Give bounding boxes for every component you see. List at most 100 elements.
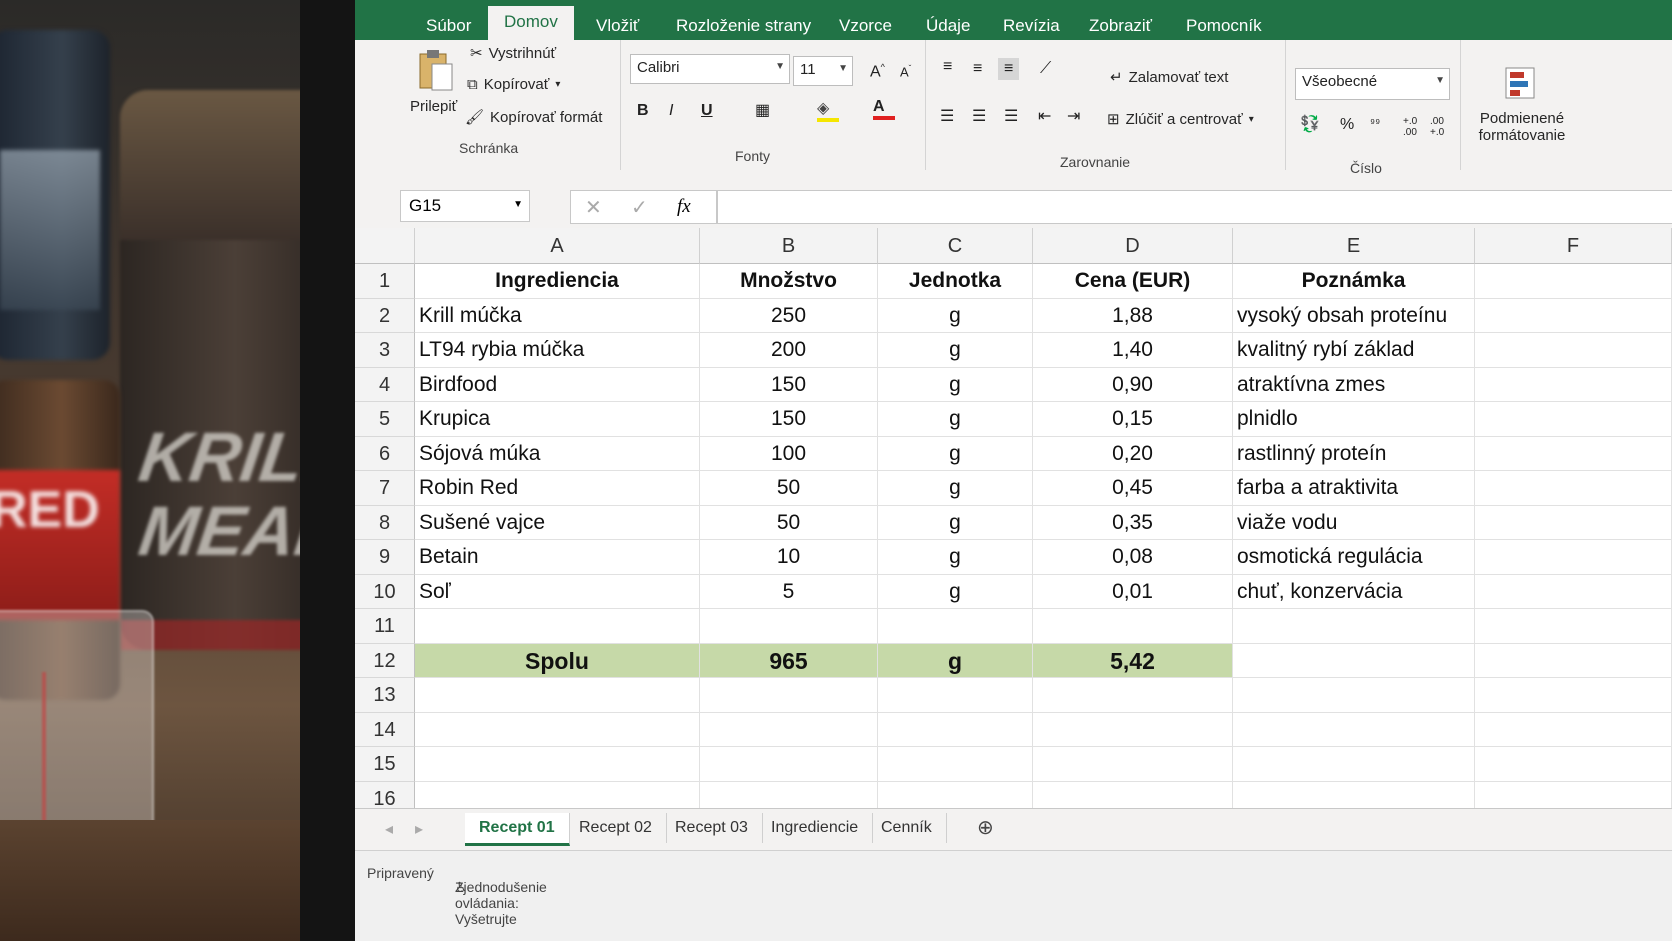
cut-button[interactable]: ✂ Vystrihnúť	[470, 44, 556, 63]
tab-file[interactable]: Súbor	[410, 10, 487, 42]
cell-b13[interactable]	[700, 678, 878, 713]
tab-review[interactable]: Revízia	[987, 10, 1076, 42]
row-header-11[interactable]: 11	[355, 609, 415, 644]
cell-d10[interactable]: 0,01	[1033, 574, 1233, 609]
cell-f11[interactable]	[1475, 609, 1672, 644]
cell-a5[interactable]: Krupica	[415, 402, 700, 437]
fx-icon[interactable]: fx	[677, 196, 691, 218]
row-header-12[interactable]: 12	[355, 643, 415, 678]
cell-b3[interactable]: 200	[700, 333, 878, 368]
tab-help[interactable]: Pomocník	[1170, 10, 1278, 42]
tab-view[interactable]: Zobraziť	[1073, 10, 1168, 42]
cell-a8[interactable]: Sušené vajce	[415, 505, 700, 540]
add-sheet-icon[interactable]: ⊕	[977, 815, 994, 840]
cell-f8[interactable]	[1475, 505, 1672, 540]
cell-f6[interactable]	[1475, 436, 1672, 471]
cell-a9[interactable]: Betain	[415, 540, 700, 575]
comma-style-icon[interactable]: ⁹⁹	[1370, 116, 1380, 130]
cell-c9[interactable]: g	[878, 540, 1033, 575]
increase-decimal-icon[interactable]: +.0.00	[1403, 116, 1417, 138]
cell-c7[interactable]: g	[878, 471, 1033, 506]
cell-a11[interactable]	[415, 609, 700, 644]
cell-e11[interactable]	[1233, 609, 1475, 644]
cell-f9[interactable]	[1475, 540, 1672, 575]
cell-d9[interactable]: 0,08	[1033, 540, 1233, 575]
tab-data[interactable]: Údaje	[910, 10, 986, 42]
cell-b1[interactable]: Množstvo	[700, 264, 878, 299]
cell-f12[interactable]	[1475, 643, 1672, 678]
cell-c6[interactable]: g	[878, 436, 1033, 471]
cell-a2[interactable]: Krill múčka	[415, 298, 700, 333]
cell-d8[interactable]: 0,35	[1033, 505, 1233, 540]
cell-d2[interactable]: 1,88	[1033, 298, 1233, 333]
select-all-corner[interactable]	[355, 228, 415, 264]
underline-button[interactable]: U	[701, 102, 713, 120]
cell-b14[interactable]	[700, 712, 878, 747]
cell-a7[interactable]: Robin Red	[415, 471, 700, 506]
cell-e5[interactable]: plnidlo	[1233, 402, 1475, 437]
cell-b5[interactable]: 150	[700, 402, 878, 437]
font-name-combo[interactable]: Calibri ▼	[630, 54, 790, 84]
cell-b10[interactable]: 5	[700, 574, 878, 609]
cell-b6[interactable]: 100	[700, 436, 878, 471]
cell-c3[interactable]: g	[878, 333, 1033, 368]
cell-e15[interactable]	[1233, 747, 1475, 782]
row-header-3[interactable]: 3	[355, 333, 415, 368]
row-header-1[interactable]: 1	[355, 264, 415, 299]
cell-f15[interactable]	[1475, 747, 1672, 782]
fill-color-icon[interactable]: ◈	[817, 98, 839, 122]
cell-c13[interactable]	[878, 678, 1033, 713]
row-header-10[interactable]: 10	[355, 574, 415, 609]
increase-font-icon[interactable]: A^	[870, 62, 885, 81]
cell-c8[interactable]: g	[878, 505, 1033, 540]
column-header-d[interactable]: D	[1033, 228, 1233, 264]
cell-f2[interactable]	[1475, 298, 1672, 333]
decrease-font-icon[interactable]: Aˇ	[900, 64, 911, 79]
align-bottom-icon[interactable]: ≡	[998, 58, 1020, 80]
font-size-combo[interactable]: 11 ▼	[793, 56, 853, 86]
column-header-e[interactable]: E	[1233, 228, 1475, 264]
row-header-14[interactable]: 14	[355, 712, 415, 747]
cell-c1[interactable]: Jednotka	[878, 264, 1033, 299]
cell-f4[interactable]	[1475, 367, 1672, 402]
cell-e6[interactable]: rastlinný proteín	[1233, 436, 1475, 471]
cancel-icon[interactable]: ✕	[585, 195, 602, 220]
cell-c12[interactable]: g	[878, 643, 1033, 678]
cell-e13[interactable]	[1233, 678, 1475, 713]
cell-b11[interactable]	[700, 609, 878, 644]
cell-d7[interactable]: 0,45	[1033, 471, 1233, 506]
column-header-a[interactable]: A	[415, 228, 700, 264]
cell-c2[interactable]: g	[878, 298, 1033, 333]
cell-f10[interactable]	[1475, 574, 1672, 609]
column-header-f[interactable]: F	[1475, 228, 1672, 264]
sheet-tab-recept-02[interactable]: Recept 02	[565, 813, 667, 843]
increase-indent-icon[interactable]: ⇥	[1067, 106, 1080, 126]
paste-button[interactable]: Prilepiť	[410, 48, 457, 115]
cell-c11[interactable]	[878, 609, 1033, 644]
cell-b9[interactable]: 10	[700, 540, 878, 575]
cell-c10[interactable]: g	[878, 574, 1033, 609]
next-sheet-icon[interactable]: ▸	[415, 819, 423, 839]
decrease-decimal-icon[interactable]: .00 +.0	[1430, 116, 1444, 138]
cell-d5[interactable]: 0,15	[1033, 402, 1233, 437]
conditional-formatting-button[interactable]: Podmienené formátovanie	[1467, 64, 1577, 144]
cell-d3[interactable]: 1,40	[1033, 333, 1233, 368]
cell-f5[interactable]	[1475, 402, 1672, 437]
currency-icon[interactable]: 💱	[1300, 114, 1320, 134]
cell-b15[interactable]	[700, 747, 878, 782]
sheet-tab-ingrediencie[interactable]: Ingrediencie	[757, 813, 874, 843]
cell-e9[interactable]: osmotická regulácia	[1233, 540, 1475, 575]
cell-b2[interactable]: 250	[700, 298, 878, 333]
cell-a12[interactable]: Spolu	[415, 643, 700, 678]
name-box[interactable]: G15 ▼	[400, 190, 530, 222]
cell-a3[interactable]: LT94 rybia múčka	[415, 333, 700, 368]
cell-e2[interactable]: vysoký obsah proteínu	[1233, 298, 1475, 333]
align-middle-icon[interactable]: ≡	[973, 60, 982, 78]
column-header-b[interactable]: B	[700, 228, 878, 264]
cell-d15[interactable]	[1033, 747, 1233, 782]
cell-d11[interactable]	[1033, 609, 1233, 644]
cell-c15[interactable]	[878, 747, 1033, 782]
cell-b8[interactable]: 50	[700, 505, 878, 540]
row-header-13[interactable]: 13	[355, 678, 415, 713]
cell-d4[interactable]: 0,90	[1033, 367, 1233, 402]
